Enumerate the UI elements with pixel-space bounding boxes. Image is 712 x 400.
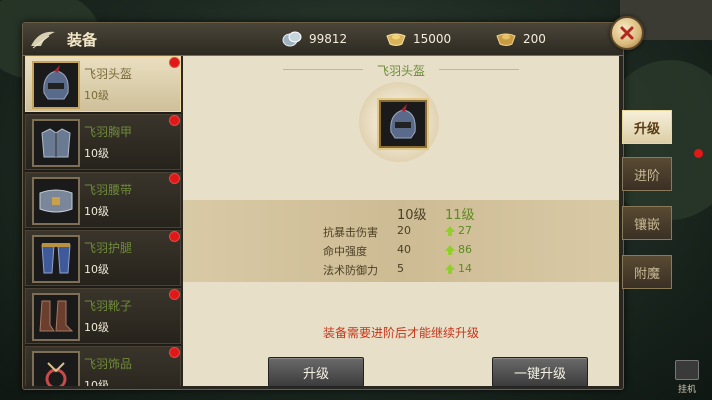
alert-dot (169, 173, 180, 184)
item-level: 10级 (84, 89, 109, 102)
belt-icon (32, 177, 80, 225)
upgrade-button[interactable]: 升级 (268, 357, 364, 387)
item-name: 飞羽头盔 (84, 67, 133, 81)
stat-name: 抗暴击伤害 (323, 226, 378, 239)
stat-next-number: 27 (458, 224, 472, 237)
stat-current-value: 40 (397, 243, 411, 256)
tab-enchant[interactable]: 附魔 (622, 255, 672, 289)
up-arrow-icon (445, 263, 455, 274)
list-item-chest-armor[interactable]: 飞羽胸甲 10级 (25, 114, 181, 170)
alert-dot (169, 115, 180, 126)
monitor-icon (675, 360, 699, 380)
tab-inlay[interactable]: 镶嵌 (622, 206, 672, 240)
tab-advance-alert-dot (694, 149, 703, 158)
stat-current-value: 20 (397, 224, 411, 237)
stat-row: 抗暴击伤害 20 27 (183, 224, 619, 242)
detail-item-name: 飞羽头盔 (376, 64, 425, 78)
stat-next-number: 86 (458, 243, 472, 256)
current-level: 10级 (397, 208, 427, 223)
stat-next-value: 14 (445, 262, 472, 275)
helmet-icon (32, 61, 80, 109)
gold-ingot-icon (386, 33, 406, 46)
currency-gold: 15000 (385, 28, 451, 50)
item-name: 飞羽护腿 (84, 241, 133, 255)
list-item-boots[interactable]: 飞羽靴子 10级 (25, 288, 181, 344)
item-name: 飞羽靴子 (84, 299, 133, 313)
one-click-upgrade-button[interactable]: 一键升级 (492, 357, 588, 387)
stat-name: 法术防御力 (323, 264, 378, 277)
item-level: 10级 (84, 147, 109, 160)
stats-section: 10级 11级 抗暴击伤害 20 27 命中强度 40 86 法术防御力 5 1… (183, 200, 619, 282)
stat-current-value: 5 (397, 262, 404, 275)
item-name: 飞羽胸甲 (84, 125, 133, 139)
title-bar: 装备 99812 15000 200 (23, 23, 623, 56)
item-level: 10级 (84, 205, 109, 218)
item-level: 10级 (84, 379, 109, 386)
equipment-list[interactable]: 飞羽头盔 10级 飞羽胸甲 10级 飞羽腰带 10级 飞羽护腿 10级 飞羽靴子… (25, 56, 181, 386)
tab-upgrade[interactable]: 升级 (622, 110, 672, 144)
helmet-icon (379, 100, 427, 148)
auto-battle-label: 挂机 (677, 385, 696, 395)
currency-silver: 99812 (281, 28, 347, 50)
list-item-helmet[interactable]: 飞羽头盔 10级 (25, 56, 181, 112)
stat-row: 命中强度 40 86 (183, 243, 619, 261)
alert-dot (169, 231, 180, 242)
list-item-accessory[interactable]: 飞羽饰品 10级 (25, 346, 181, 386)
accessory-icon (32, 351, 80, 386)
silver-amount: 99812 (309, 32, 348, 46)
currency-bound: 200 (495, 28, 546, 50)
item-name: 飞羽腰带 (84, 183, 133, 197)
stat-name: 命中强度 (323, 245, 367, 258)
close-button[interactable] (610, 16, 644, 50)
item-level: 10级 (84, 263, 109, 276)
gold-amount: 15000 (413, 32, 452, 46)
tab-advance[interactable]: 进阶 (622, 157, 672, 191)
window-title: 装备 (67, 31, 98, 49)
up-arrow-icon (445, 244, 455, 255)
up-arrow-icon (445, 225, 455, 236)
bound-ingot-icon (496, 33, 516, 46)
chest-armor-icon (32, 119, 80, 167)
item-name: 飞羽饰品 (84, 357, 133, 371)
silver-coin-icon (282, 31, 302, 47)
leaf-ornament-icon (31, 31, 55, 49)
auto-battle-button[interactable]: 挂机 (674, 360, 700, 396)
stat-row: 法术防御力 5 14 (183, 262, 619, 280)
stat-next-number: 14 (458, 262, 472, 275)
upgrade-warning: 装备需要进阶后才能继续升级 (322, 326, 479, 340)
boots-icon (32, 293, 80, 341)
stat-next-value: 86 (445, 243, 472, 256)
detail-panel: 飞羽头盔 10级 11级 抗暴击伤害 20 27 命中强度 40 86 法术防御… (183, 56, 619, 387)
item-level: 10级 (84, 321, 109, 334)
bound-ingot-amount: 200 (523, 32, 546, 46)
stat-next-value: 27 (445, 224, 472, 237)
list-item-leg-guard[interactable]: 飞羽护腿 10级 (25, 230, 181, 286)
alert-dot (169, 289, 180, 300)
next-level: 11级 (445, 208, 475, 223)
leg-guard-icon (32, 235, 80, 283)
list-item-belt[interactable]: 飞羽腰带 10级 (25, 172, 181, 228)
alert-dot (169, 347, 180, 358)
alert-dot (169, 57, 180, 68)
equipment-window: 装备 99812 15000 200 飞羽头盔 10级 飞羽胸甲 10级 飞羽腰… (22, 22, 624, 390)
close-icon (620, 26, 634, 40)
